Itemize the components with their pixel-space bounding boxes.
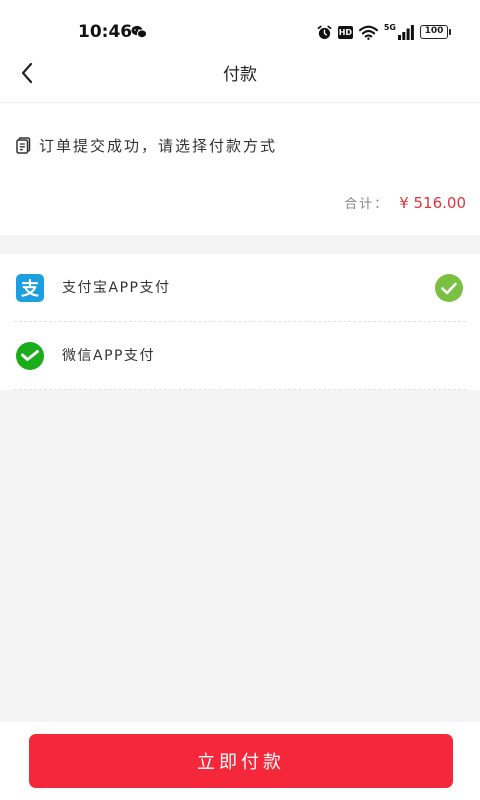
wechat-pay-icon [16,342,44,370]
divider [14,389,466,390]
total-row: 合计： ¥ 516.00 [344,193,466,212]
bottom-bar: 立即付款 [0,722,480,800]
status-bar: 10:46 HD 5G 100 [0,0,480,48]
total-label: 合计： [344,197,390,212]
wechat-notification-icon [131,25,147,39]
check-circle-icon [435,274,463,302]
payment-method-alipay[interactable]: 支 支付宝APP支付 [0,254,480,322]
status-indicators: HD 5G 100 [317,22,451,42]
payment-method-list: 支 支付宝APP支付 微信APP支付 [0,254,480,390]
order-success-message: 订单提交成功，请选择付款方式 [16,135,277,156]
order-summary: 订单提交成功，请选择付款方式 合计： ¥ 516.00 [0,103,480,235]
wifi-icon [358,25,378,40]
nav-bar: 付款 [0,48,480,103]
total-amount: ¥ 516.00 [399,194,466,212]
pay-now-button[interactable]: 立即付款 [29,734,453,788]
svg-text:支: 支 [20,278,40,300]
payment-method-label: 支付宝APP支付 [62,280,171,296]
order-success-text: 订单提交成功，请选择付款方式 [39,137,278,155]
status-time: 10:46 [78,22,133,42]
payment-screen: 10:46 HD 5G 100 付款 订单提交成功，请选择付款方式 合计： ¥ … [0,0,480,800]
document-icon [16,137,31,154]
signal-icon [398,24,414,40]
battery-icon: 100 [420,25,451,39]
hd-badge: HD [337,25,353,39]
payment-method-wechat[interactable]: 微信APP支付 [0,322,480,390]
page-title: 付款 [223,65,257,85]
alarm-icon [317,25,332,39]
alipay-icon: 支 [16,274,44,302]
network-type: 5G [383,22,396,32]
payment-method-label: 微信APP支付 [62,348,155,364]
